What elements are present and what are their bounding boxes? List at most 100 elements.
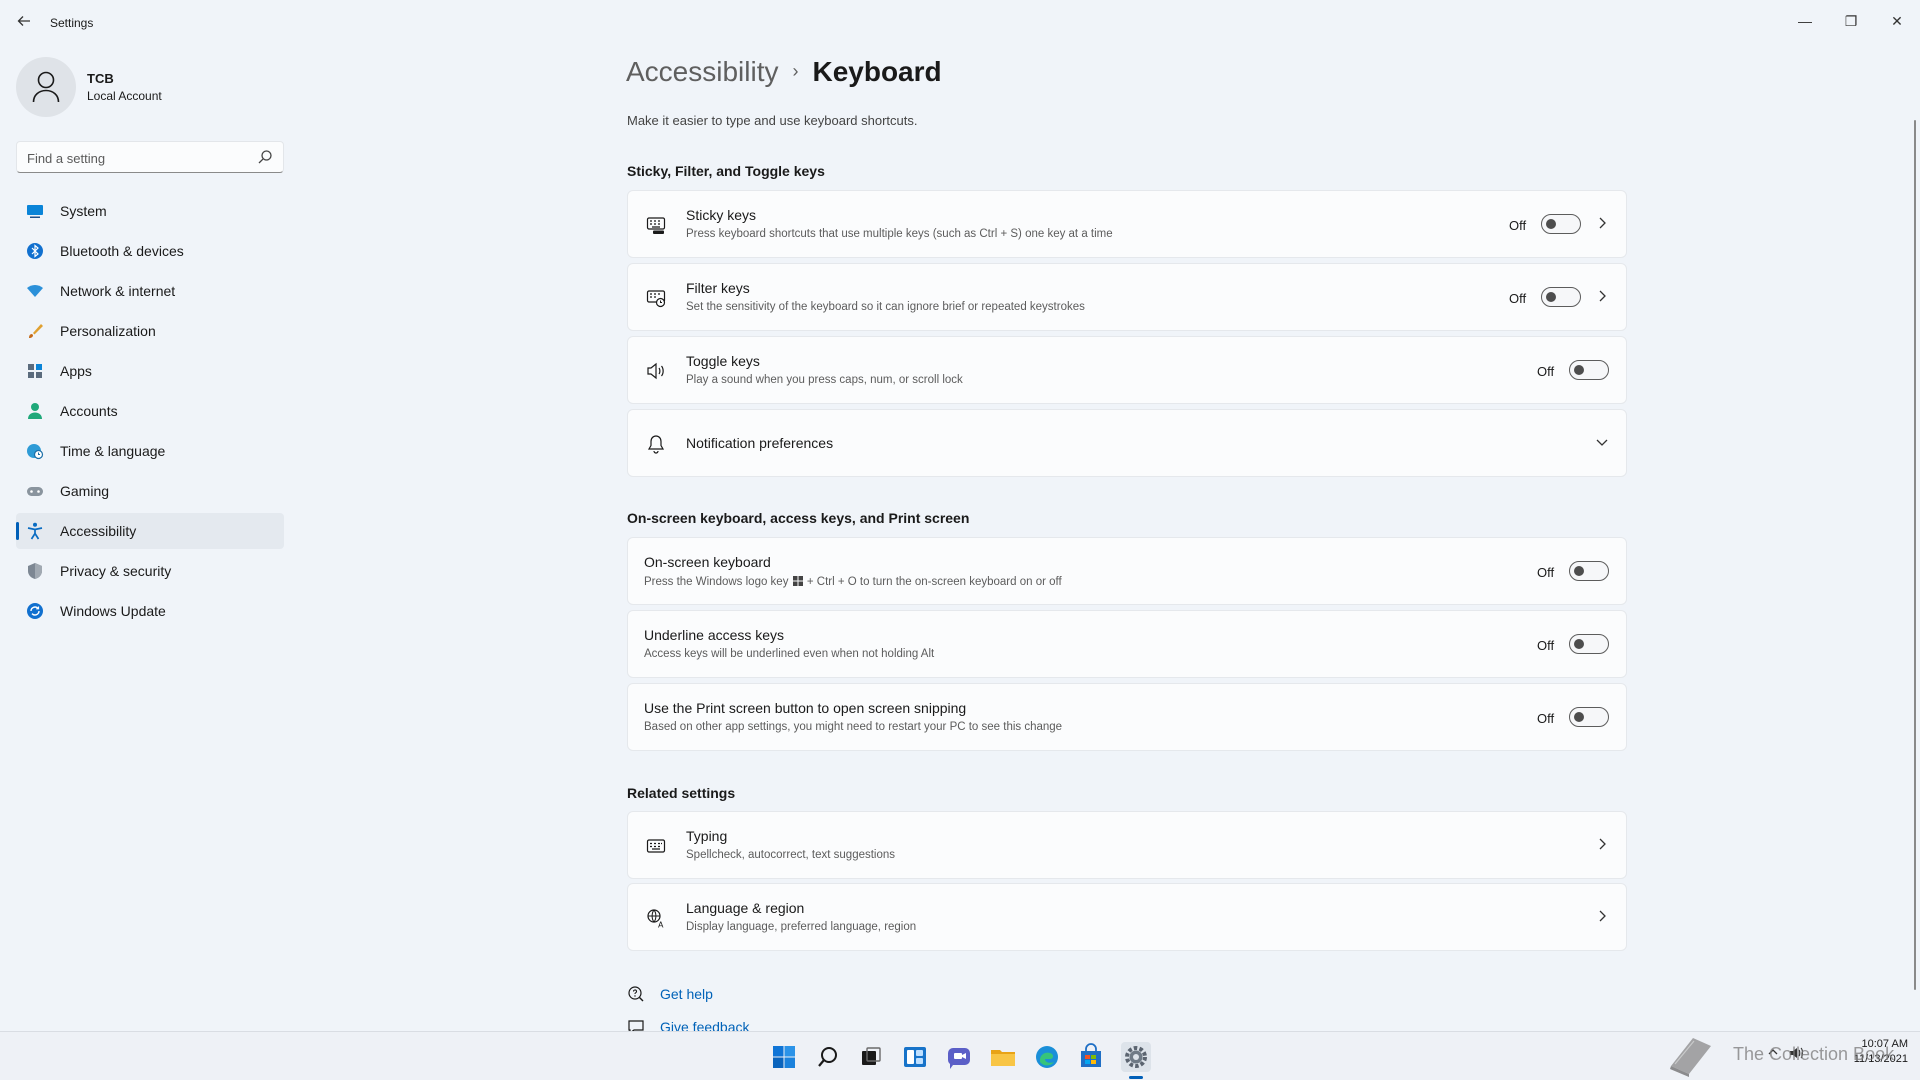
card-title: Typing <box>686 828 728 844</box>
sidebar-item-gaming[interactable]: Gaming <box>16 473 284 509</box>
toggle-keys-card[interactable]: Toggle keys Play a sound when you press … <box>627 336 1627 404</box>
sidebar-item-label: Privacy & security <box>60 563 172 579</box>
taskbar-search-button[interactable] <box>813 1042 843 1072</box>
sidebar-item-label: Apps <box>60 363 92 379</box>
sidebar-item-label: Time & language <box>60 443 166 459</box>
print-screen-card[interactable]: Use the Print screen button to open scre… <box>627 683 1627 751</box>
sticky-keys-card[interactable]: Sticky keys Press keyboard shortcuts tha… <box>627 190 1627 258</box>
section-title-sticky: Sticky, Filter, and Toggle keys <box>627 163 825 179</box>
start-button[interactable] <box>769 1042 799 1072</box>
book-watermark-icon <box>1670 1038 1711 1077</box>
search-box[interactable] <box>16 141 284 173</box>
sticky-keys-toggle[interactable] <box>1541 214 1581 234</box>
toggle-state-label: Off <box>1537 638 1555 653</box>
filter-keys-toggle[interactable] <box>1541 287 1581 307</box>
sidebar-item-label: Windows Update <box>60 603 166 619</box>
maximize-button[interactable]: ❐ <box>1828 6 1874 36</box>
sidebar-item-label: Accounts <box>60 403 118 419</box>
card-subtitle-text: + Ctrl + O to turn the on-screen keyboar… <box>806 576 1062 588</box>
search-icon[interactable] <box>257 149 273 165</box>
sidebar-item-time-language[interactable]: Time & language <box>16 433 284 469</box>
card-title: On-screen keyboard <box>644 554 771 570</box>
back-button[interactable] <box>12 12 36 36</box>
close-button[interactable]: ✕ <box>1874 6 1920 36</box>
toggle-state-label: Off <box>1537 364 1555 379</box>
chat-button[interactable] <box>944 1042 974 1072</box>
start-icon <box>773 1046 795 1068</box>
store-button[interactable] <box>1076 1042 1106 1072</box>
watermark-text: The Collection Book <box>1733 1044 1895 1064</box>
notification-preferences-card[interactable]: Notification preferences <box>627 409 1627 477</box>
section-title-onscreen: On-screen keyboard, access keys, and Pri… <box>627 510 970 526</box>
taskbar: 10:07 AM 11/13/2021 <box>0 1031 1920 1080</box>
toggle-state-label: Off <box>1509 291 1527 306</box>
sidebar-item-privacy[interactable]: Privacy & security <box>16 553 284 589</box>
card-subtitle: Spellcheck, autocorrect, text suggestion… <box>686 849 896 861</box>
sidebar-nav: System Bluetooth & devices Network & int… <box>16 193 284 633</box>
card-subtitle: Play a sound when you press caps, num, o… <box>686 374 963 386</box>
sidebar-item-accessibility[interactable]: Accessibility <box>16 513 284 549</box>
scrollbar[interactable] <box>1914 120 1916 990</box>
card-title: Language & region <box>686 900 805 916</box>
card-title: Notification preferences <box>686 435 834 451</box>
keyboard-icon <box>646 839 666 853</box>
chevron-down-icon[interactable] <box>1594 434 1610 450</box>
card-title: Underline access keys <box>644 627 785 643</box>
sticky-keys-icon <box>646 217 666 234</box>
profile-name: TCB <box>87 71 114 86</box>
edge-button[interactable] <box>1032 1042 1062 1072</box>
chevron-right-icon <box>1599 910 1606 922</box>
sidebar-item-label: Network & internet <box>60 283 176 299</box>
sidebar-item-accounts[interactable]: Accounts <box>16 393 284 429</box>
file-explorer-button[interactable] <box>988 1042 1018 1072</box>
bluetooth-icon <box>27 243 43 259</box>
underline-access-keys-card[interactable]: Underline access keys Access keys will b… <box>627 610 1627 678</box>
svg-text:A: A <box>658 921 664 929</box>
sidebar-item-windows-update[interactable]: Windows Update <box>16 593 284 629</box>
gamepad-icon <box>27 487 43 496</box>
sidebar-item-system[interactable]: System <box>16 193 284 229</box>
watermark: The Collection Book <box>1665 1030 1905 1078</box>
person-icon <box>28 403 42 419</box>
breadcrumb-separator: › <box>792 61 799 81</box>
windows-logo-icon <box>792 576 803 586</box>
breadcrumb: Accessibility › Keyboard <box>626 56 942 88</box>
file-explorer-icon <box>991 1050 1015 1066</box>
typing-card[interactable]: Typing Spellcheck, autocorrect, text sug… <box>627 811 1627 879</box>
app-title: Settings <box>50 16 94 30</box>
system-icon <box>27 205 43 218</box>
sidebar-item-apps[interactable]: Apps <box>16 353 284 389</box>
page-title: Keyboard <box>812 56 942 87</box>
settings-taskbar-button[interactable] <box>1121 1042 1151 1072</box>
sidebar-item-bluetooth[interactable]: Bluetooth & devices <box>16 233 284 269</box>
apps-icon <box>28 364 42 378</box>
brush-icon <box>29 324 43 338</box>
minimize-button[interactable]: — <box>1782 6 1828 36</box>
sidebar-item-network[interactable]: Network & internet <box>16 273 284 309</box>
toggle-keys-toggle[interactable] <box>1569 360 1609 380</box>
sidebar-item-label: Bluetooth & devices <box>60 243 184 259</box>
speaker-icon <box>647 362 664 380</box>
sidebar-item-label: Personalization <box>60 323 156 339</box>
sidebar-item-personalization[interactable]: Personalization <box>16 313 284 349</box>
profile-account-type: Local Account <box>87 89 162 103</box>
search-input[interactable] <box>27 148 247 168</box>
back-arrow-icon <box>17 16 30 26</box>
widgets-button[interactable] <box>900 1042 930 1072</box>
store-icon <box>1081 1043 1101 1067</box>
on-screen-keyboard-toggle[interactable] <box>1569 561 1609 581</box>
card-subtitle: Access keys will be underlined even when… <box>644 648 935 660</box>
edge-icon <box>1036 1046 1058 1068</box>
update-icon <box>27 603 43 619</box>
task-view-button[interactable] <box>856 1042 886 1072</box>
active-app-indicator <box>1129 1076 1143 1079</box>
underline-access-keys-toggle[interactable] <box>1569 634 1609 654</box>
breadcrumb-parent[interactable]: Accessibility <box>626 56 778 87</box>
chevron-right-icon <box>1599 838 1606 850</box>
print-screen-toggle[interactable] <box>1569 707 1609 727</box>
filter-keys-card[interactable]: Filter keys Set the sensitivity of the k… <box>627 263 1627 331</box>
language-region-card[interactable]: A Language & region Display language, pr… <box>627 883 1627 951</box>
settings-icon <box>1125 1046 1147 1068</box>
widgets-icon <box>904 1047 926 1067</box>
on-screen-keyboard-card[interactable]: On-screen keyboard Press the Windows log… <box>627 537 1627 605</box>
